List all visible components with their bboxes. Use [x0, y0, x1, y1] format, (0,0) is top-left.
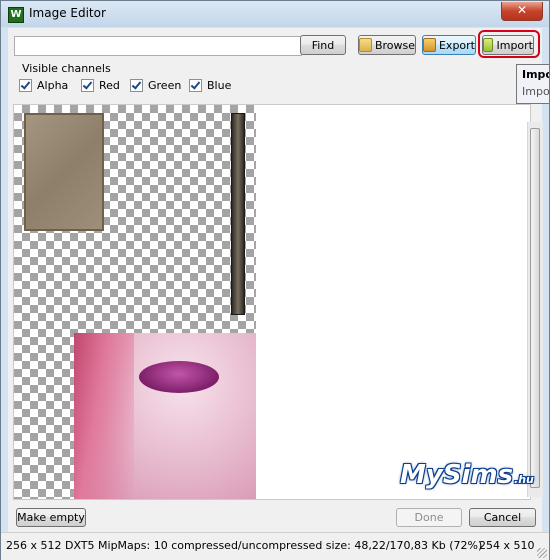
- visible-channels-label: Visible channels: [22, 62, 111, 75]
- browse-button[interactable]: Browse: [358, 35, 416, 55]
- export-button[interactable]: Export: [422, 35, 476, 55]
- status-bar: 256 x 512 DXT5 MipMaps: 10 compressed/un…: [1, 532, 549, 560]
- watermark-brand: MySims: [400, 460, 514, 490]
- image-preview-canvas[interactable]: [13, 104, 531, 500]
- vertical-scrollbar[interactable]: [527, 122, 543, 497]
- checkmark-icon: [189, 79, 202, 92]
- mysims-watermark-logo: MySims.hu: [400, 460, 534, 490]
- rope-texture-image: [231, 113, 245, 315]
- app-icon: W: [8, 7, 24, 23]
- checkmark-icon: [130, 79, 143, 92]
- paper-texture-image: [24, 113, 104, 231]
- red-label: Red: [99, 79, 120, 92]
- import-box-icon: [483, 38, 494, 52]
- scrollbar-thumb[interactable]: [530, 128, 540, 488]
- blue-checkbox[interactable]: Blue: [189, 79, 231, 92]
- watermark-suffix: .hu: [514, 473, 534, 486]
- blue-label: Blue: [207, 79, 232, 92]
- green-label: Green: [148, 79, 182, 92]
- green-checkbox[interactable]: Green: [130, 79, 181, 92]
- cancel-button[interactable]: Cancel: [469, 508, 536, 527]
- search-input[interactable]: [14, 36, 302, 56]
- tooltip-title: Import: [522, 68, 549, 81]
- title-bar[interactable]: W Image Editor ✕: [1, 1, 549, 27]
- import-tooltip: Import Import: [516, 64, 550, 104]
- import-button[interactable]: Import: [482, 35, 534, 55]
- status-dimensions: 254 x 510: [479, 539, 535, 552]
- import-label: Import: [496, 38, 533, 52]
- resize-grip-icon[interactable]: [537, 548, 547, 558]
- checkmark-icon: [81, 79, 94, 92]
- browse-label: Browse: [374, 38, 415, 52]
- folder-icon: [359, 38, 372, 52]
- alpha-label: Alpha: [37, 79, 69, 92]
- alpha-checkbox[interactable]: Alpha: [19, 79, 68, 92]
- make-empty-button[interactable]: Make empty: [16, 508, 86, 527]
- export-box-icon: [423, 38, 436, 52]
- red-checkbox[interactable]: Red: [81, 79, 120, 92]
- client-area: Find Browse Export Import Visible channe…: [8, 28, 543, 532]
- done-button[interactable]: Done: [396, 508, 462, 527]
- hair-texture-image: [74, 333, 134, 499]
- checkmark-icon: [19, 79, 32, 92]
- window-title: Image Editor: [29, 6, 106, 20]
- status-info: 256 x 512 DXT5 MipMaps: 10 compressed/un…: [6, 539, 483, 552]
- lips-texture-image: [139, 361, 219, 393]
- close-button[interactable]: ✕: [501, 2, 543, 21]
- export-label: Export: [438, 38, 475, 52]
- find-button[interactable]: Find: [300, 35, 346, 55]
- tooltip-text: Import: [522, 85, 550, 98]
